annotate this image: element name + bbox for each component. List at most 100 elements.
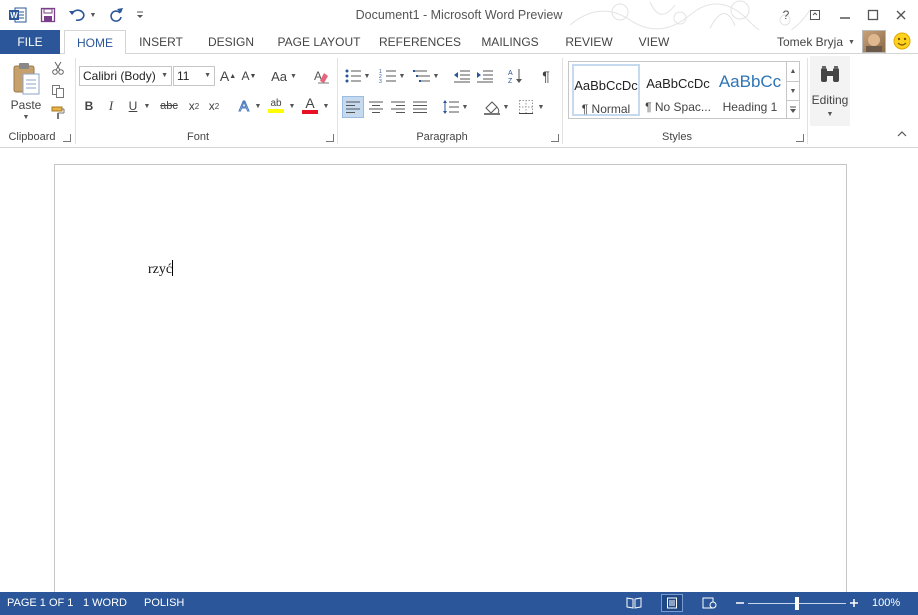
grow-font-button[interactable]: A ▲ <box>219 66 237 86</box>
tab-mailings[interactable]: MAILINGS <box>474 30 546 54</box>
collapse-ribbon-icon[interactable] <box>897 128 907 138</box>
text-effects-dropdown-icon[interactable]: ▼ <box>253 96 263 116</box>
highlight-button[interactable]: ab <box>266 94 286 116</box>
zoom-level[interactable]: 100% <box>872 597 900 609</box>
align-center-icon[interactable] <box>365 96 387 118</box>
bullets-button[interactable]: ▼ <box>342 66 372 86</box>
document-canvas: rzyć <box>0 148 918 604</box>
styles-launcher-icon[interactable] <box>796 134 804 142</box>
italic-button[interactable]: I <box>102 96 120 116</box>
scissors-icon[interactable] <box>49 59 67 77</box>
svg-text:Z: Z <box>508 78 513 84</box>
text-effects-button[interactable]: A <box>234 96 254 116</box>
paragraph-launcher-icon[interactable] <box>551 134 559 142</box>
ribbon-display-options-icon[interactable] <box>805 6 825 24</box>
zoom-slider-thumb[interactable] <box>795 597 799 610</box>
group-divider <box>562 58 563 144</box>
underline-dropdown-icon[interactable]: ▼ <box>142 96 152 116</box>
justify-icon[interactable] <box>409 96 431 118</box>
superscript-mark: 2 <box>214 101 220 111</box>
shrink-font-label: A <box>241 69 250 83</box>
user-name[interactable]: Tomek Bryja <box>777 35 843 49</box>
gallery-scroll-down-icon[interactable]: ▼ <box>786 81 799 100</box>
underline-button[interactable]: U <box>124 96 142 116</box>
increase-indent-icon[interactable] <box>475 66 495 86</box>
font-color-button[interactable]: A <box>300 94 320 116</box>
gallery-more-icon[interactable] <box>786 100 799 118</box>
help-button[interactable]: ? <box>776 6 796 24</box>
minimize-icon[interactable] <box>835 6 855 24</box>
highlight-label: ab <box>270 97 282 109</box>
shrink-font-button[interactable]: A ▼ <box>240 66 258 86</box>
tab-design[interactable]: DESIGN <box>202 30 260 54</box>
style-name: ¶ No Spac... <box>645 100 711 114</box>
change-case-button[interactable]: Aa ▼ <box>268 66 300 86</box>
tab-insert[interactable]: INSERT <box>133 30 189 54</box>
decrease-indent-icon[interactable] <box>452 66 472 86</box>
align-left-icon[interactable] <box>342 96 364 118</box>
copy-icon[interactable] <box>49 82 67 100</box>
zoom-out-icon[interactable] <box>732 596 748 610</box>
user-dropdown-icon[interactable]: ▼ <box>848 39 855 46</box>
word-count[interactable]: 1 WORD <box>83 597 127 609</box>
style-sample: AaBbCcDc <box>574 78 638 93</box>
numbering-icon: 123 <box>379 69 396 84</box>
font-name-combo[interactable]: Calibri (Body) ▼ <box>79 66 172 86</box>
font-launcher-icon[interactable] <box>326 134 334 142</box>
clear-formatting-icon[interactable]: A <box>310 66 332 86</box>
shrink-font-caret-icon: ▼ <box>249 72 257 80</box>
document-text: rzyć <box>148 262 173 277</box>
tab-file[interactable]: FILE <box>0 30 60 54</box>
strikethrough-button[interactable]: abc <box>157 96 181 116</box>
document-page[interactable]: rzyć <box>54 164 847 604</box>
print-layout-icon[interactable] <box>661 594 683 612</box>
language-indicator[interactable]: POLISH <box>144 597 184 609</box>
style-normal[interactable]: AaBbCcDc ¶ Normal <box>572 64 640 116</box>
editing-button[interactable]: Editing ▼ <box>810 56 850 126</box>
align-right-icon[interactable] <box>387 96 409 118</box>
styles-gallery: AaBbCcDc ¶ Normal AaBbCcDc ¶ No Spac... … <box>568 61 800 119</box>
clipboard-launcher-icon[interactable] <box>63 134 71 142</box>
subscript-button[interactable]: x2 <box>185 96 203 116</box>
tab-home[interactable]: HOME <box>64 30 126 55</box>
style-heading-1[interactable]: AaBbCc Heading 1 <box>716 64 784 116</box>
chevron-down-icon: ▼ <box>502 103 510 111</box>
svg-text:A: A <box>508 70 513 77</box>
borders-button[interactable]: ▼ <box>515 96 547 118</box>
font-color-dropdown-icon[interactable]: ▼ <box>321 96 331 116</box>
gallery-scroll-up-icon[interactable]: ▲ <box>786 62 799 81</box>
document-body[interactable]: rzyć <box>148 260 174 278</box>
maximize-icon[interactable] <box>863 6 883 24</box>
font-size-combo[interactable]: 11 ▼ <box>173 66 215 86</box>
paste-button[interactable]: Paste ▼ <box>6 58 46 124</box>
tab-references[interactable]: REFERENCES <box>378 30 462 54</box>
style-no-spacing[interactable]: AaBbCcDc ¶ No Spac... <box>644 64 712 116</box>
tab-view[interactable]: VIEW <box>632 30 676 54</box>
multilevel-list-button[interactable]: ▼ <box>411 66 441 86</box>
zoom-in-icon[interactable] <box>846 596 862 610</box>
styles-group-label: Styles <box>662 131 692 143</box>
close-icon[interactable] <box>891 6 911 24</box>
sort-icon[interactable]: AZ <box>506 66 526 86</box>
show-formatting-marks-button[interactable]: ¶ <box>536 66 556 86</box>
avatar[interactable] <box>862 30 886 53</box>
tab-review[interactable]: REVIEW <box>560 30 618 54</box>
format-painter-icon[interactable] <box>49 104 67 122</box>
bold-button[interactable]: B <box>80 96 98 116</box>
smiley-icon[interactable] <box>893 32 911 50</box>
numbering-button[interactable]: 123 ▼ <box>377 66 407 86</box>
chevron-down-icon: ▼ <box>461 103 469 111</box>
tab-page-layout[interactable]: PAGE LAYOUT <box>272 30 366 54</box>
superscript-button[interactable]: x2 <box>205 96 223 116</box>
binoculars-icon <box>821 65 839 82</box>
read-mode-icon[interactable] <box>626 596 642 610</box>
shading-button[interactable]: ▼ <box>481 96 511 118</box>
page-count[interactable]: PAGE 1 OF 1 <box>7 597 73 609</box>
change-case-label: Aa <box>271 68 287 84</box>
group-divider <box>75 58 76 144</box>
web-layout-icon[interactable] <box>702 596 718 610</box>
highlight-dropdown-icon[interactable]: ▼ <box>287 96 297 116</box>
chevron-down-icon: ▼ <box>363 72 371 80</box>
line-spacing-button[interactable]: ▼ <box>440 96 470 118</box>
style-name: Heading 1 <box>722 100 778 114</box>
